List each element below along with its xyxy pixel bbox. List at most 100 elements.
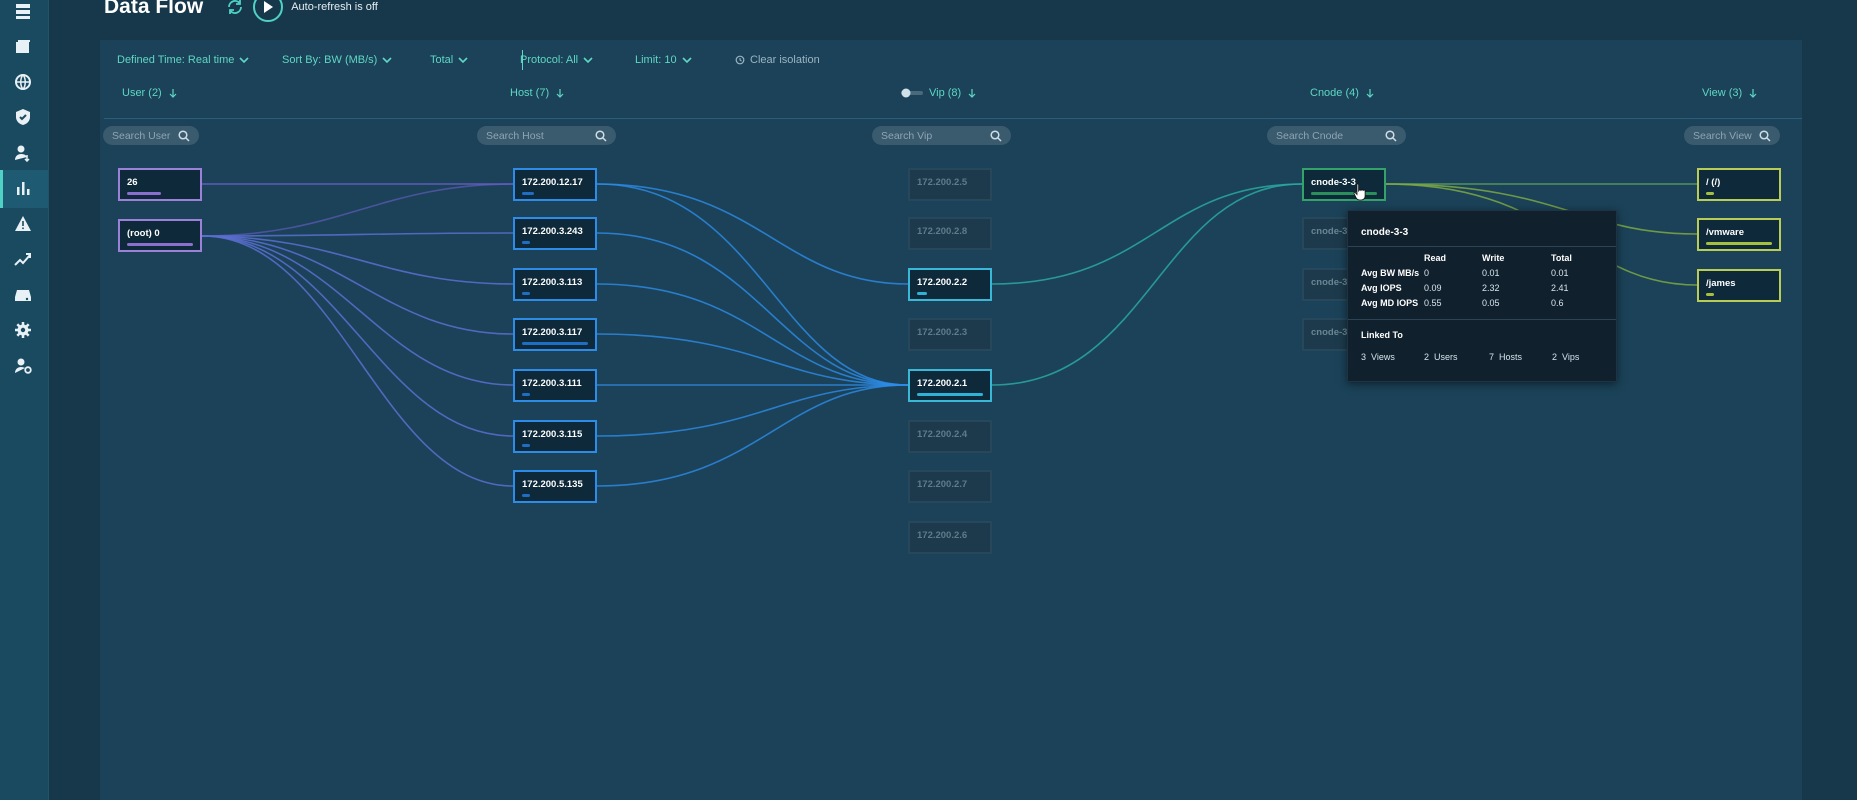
server-icon[interactable] <box>11 0 35 22</box>
play-icon <box>264 1 274 13</box>
limit-dropdown[interactable]: Limit: 10 <box>635 54 692 66</box>
node-label: 172.200.3.111 <box>522 378 582 389</box>
search-host[interactable] <box>477 126 616 145</box>
trend-icon[interactable] <box>11 248 35 270</box>
linked-count: 3 <box>1361 352 1367 362</box>
limit-label: Limit: 10 <box>635 54 677 66</box>
view-node[interactable]: /vmware <box>1697 218 1781 251</box>
tooltip-title: cnode-3-3 <box>1361 227 1409 238</box>
node-label: 172.200.3.243 <box>522 226 583 237</box>
user-transfer-icon[interactable] <box>11 142 35 164</box>
node-label: cnode-3- <box>1311 277 1351 288</box>
search-host-input[interactable] <box>486 129 583 142</box>
play-button[interactable] <box>253 0 284 22</box>
tooltip-row-label: Avg BW MB/s <box>1361 268 1420 278</box>
host-node[interactable]: 172.200.3.115 <box>513 420 597 453</box>
tooltip-value: 0.6 <box>1551 298 1564 308</box>
column-header-view[interactable]: View (3) <box>1702 87 1758 99</box>
vip-node[interactable]: 172.200.2.1 <box>908 369 992 402</box>
vip-node[interactable]: 172.200.2.6 <box>908 521 992 554</box>
column-header-vip[interactable]: Vip (8) <box>901 87 977 99</box>
chevron-down-icon <box>458 57 468 64</box>
folders-icon[interactable] <box>11 36 35 58</box>
linked-count: 7 <box>1489 352 1495 362</box>
view-node[interactable]: / (/) <box>1697 168 1781 201</box>
search-cnode-input[interactable] <box>1276 129 1373 142</box>
view-node[interactable]: /james <box>1697 269 1781 302</box>
user-settings-icon[interactable] <box>11 355 35 377</box>
host-node[interactable]: 172.200.12.17 <box>513 168 597 201</box>
linked-label: Hosts <box>1499 352 1523 362</box>
tooltip-col-header: Read <box>1424 253 1447 263</box>
tooltip-divider <box>1348 246 1616 247</box>
total-dropdown[interactable]: Total <box>430 54 468 66</box>
vip-node[interactable]: 172.200.2.8 <box>908 217 992 250</box>
vip-node[interactable]: 172.200.2.5 <box>908 168 992 201</box>
search-user[interactable] <box>103 126 199 145</box>
drive-icon[interactable] <box>11 284 35 306</box>
cnode-tooltip: cnode-3-3 Read Write Total Avg BW MB/s 0… <box>1347 210 1617 382</box>
clear-isolation-button[interactable]: Clear isolation <box>735 54 820 66</box>
bar-chart-icon[interactable] <box>11 177 35 199</box>
page-title: Data Flow <box>104 0 204 18</box>
protocol-dropdown[interactable]: Protocol: All <box>520 54 593 66</box>
sort-arrow-icon[interactable] <box>168 88 178 98</box>
defined-time-label: Defined Time: Real time <box>117 54 235 66</box>
sort-arrow-icon[interactable] <box>1748 88 1758 98</box>
node-bar <box>1311 192 1377 195</box>
column-label: View (3) <box>1702 87 1743 99</box>
tooltip-linked-label: Linked To <box>1361 330 1403 340</box>
node-label: 172.200.2.3 <box>917 327 968 338</box>
search-view-input[interactable] <box>1693 129 1756 142</box>
node-label: 172.200.2.6 <box>917 530 968 541</box>
sort-arrow-icon[interactable] <box>555 88 565 98</box>
alert-icon[interactable] <box>11 213 35 235</box>
host-node[interactable]: 172.200.3.243 <box>513 217 597 250</box>
tooltip-value: 0.55 <box>1424 298 1442 308</box>
node-label: 172.200.3.115 <box>522 429 583 440</box>
vip-node[interactable]: 172.200.2.7 <box>908 470 992 503</box>
shield-icon[interactable] <box>11 106 35 128</box>
node-label: / (/) <box>1706 177 1721 188</box>
gear-icon[interactable] <box>11 319 35 341</box>
vip-node[interactable]: 172.200.2.3 <box>908 318 992 351</box>
protocol-label: Protocol: All <box>520 54 579 66</box>
search-icon[interactable] <box>1759 129 1771 142</box>
sort-by-dropdown[interactable]: Sort By: BW (MB/s) <box>282 54 392 66</box>
column-label: Vip (8) <box>929 87 962 99</box>
node-label: 172.200.5.135 <box>522 479 583 490</box>
host-node[interactable]: 172.200.3.117 <box>513 318 597 351</box>
search-icon[interactable] <box>990 129 1002 142</box>
user-node[interactable]: 26 <box>118 168 202 201</box>
search-vip[interactable] <box>872 126 1011 145</box>
sort-arrow-icon[interactable] <box>1365 88 1375 98</box>
node-label: /vmware <box>1706 227 1745 238</box>
search-user-input[interactable] <box>112 129 175 142</box>
column-header-host[interactable]: Host (7) <box>510 87 565 99</box>
column-header-user[interactable]: User (2) <box>122 87 178 99</box>
column-label: Host (7) <box>510 87 550 99</box>
search-icon[interactable] <box>178 129 190 142</box>
search-icon[interactable] <box>1385 129 1397 142</box>
refresh-icon[interactable] <box>225 0 245 17</box>
chevron-down-icon <box>382 57 392 64</box>
node-label: 172.200.3.113 <box>522 277 583 288</box>
node-bar <box>1706 293 1714 296</box>
search-icon[interactable] <box>595 129 607 142</box>
host-node[interactable]: 172.200.3.113 <box>513 268 597 301</box>
globe-icon[interactable] <box>11 71 35 93</box>
defined-time-dropdown[interactable]: Defined Time: Real time <box>117 54 249 66</box>
toggle-switch[interactable] <box>901 88 923 98</box>
node-label: 172.200.2.1 <box>917 378 968 389</box>
cnode-node[interactable]: cnode-3-3 <box>1302 168 1386 201</box>
search-cnode[interactable] <box>1267 126 1406 145</box>
search-vip-input[interactable] <box>881 129 978 142</box>
column-header-cnode[interactable]: Cnode (4) <box>1310 87 1375 99</box>
host-node[interactable]: 172.200.5.135 <box>513 470 597 503</box>
sort-arrow-icon[interactable] <box>967 88 977 98</box>
vip-node[interactable]: 172.200.2.4 <box>908 420 992 453</box>
search-view[interactable] <box>1684 126 1780 145</box>
vip-node[interactable]: 172.200.2.2 <box>908 268 992 301</box>
host-node[interactable]: 172.200.3.111 <box>513 369 597 402</box>
user-node[interactable]: (root) 0 <box>118 219 202 252</box>
